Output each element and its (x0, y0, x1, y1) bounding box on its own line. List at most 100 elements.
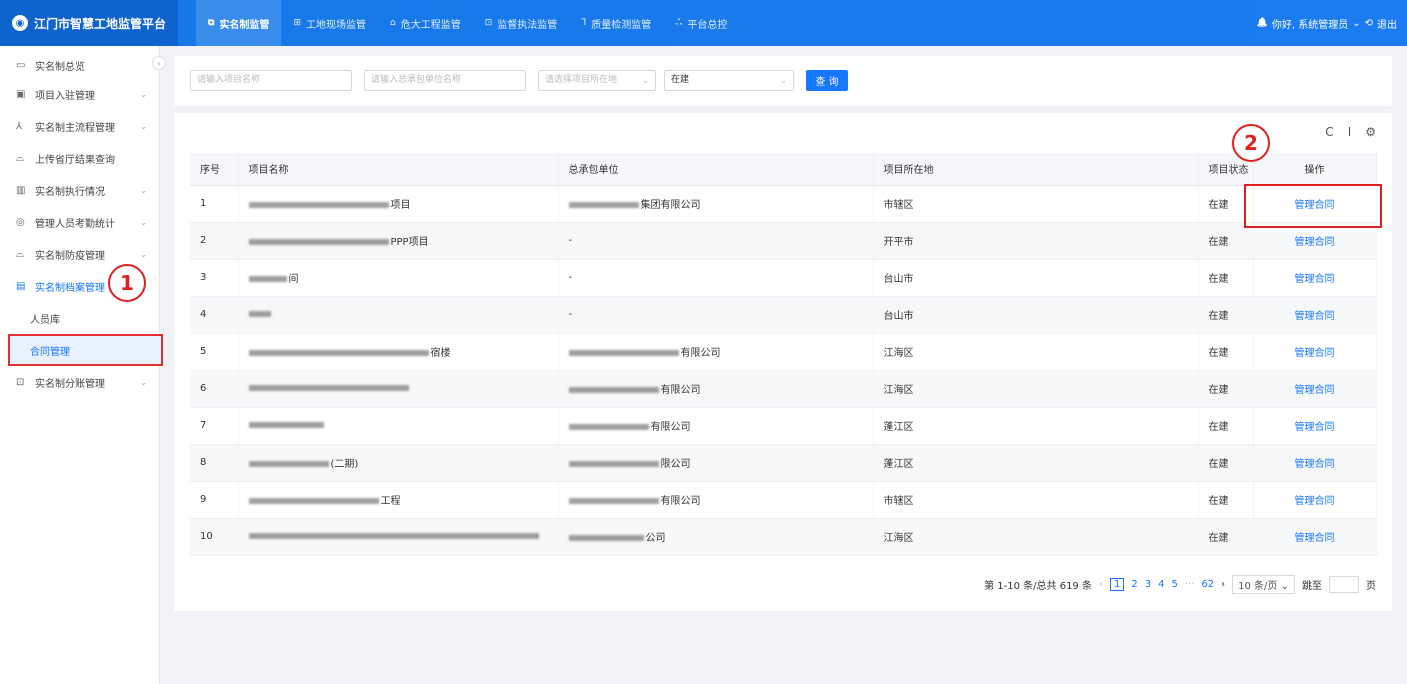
prev-page-icon[interactable]: ‹ (1099, 579, 1103, 590)
redacted-block (568, 202, 639, 208)
refresh-icon[interactable]: C (1325, 125, 1333, 139)
location-select[interactable]: 请选择项目所在地 ⌄ (538, 70, 656, 91)
manage-contract-link[interactable]: 管理合同 (1295, 496, 1335, 507)
cell-operation: 管理合同 (1253, 518, 1377, 556)
cell-text: 限公司 (660, 459, 691, 470)
cell-location: 江海区 (873, 518, 1199, 556)
query-button[interactable]: 查 询 (806, 70, 848, 91)
archive-icon: ▤ (16, 280, 26, 292)
cell-no: 7 (190, 407, 239, 445)
nav-danger[interactable]: ⌂ 危大工程监管 (378, 0, 473, 46)
page-last[interactable]: 62 (1201, 579, 1214, 590)
cell-status: 在建 (1198, 370, 1254, 408)
contractor-input[interactable]: 请输入总承包单位名称 (364, 70, 526, 91)
user-greeting[interactable]: 你好, 系统管理员 (1272, 16, 1348, 31)
manage-contract-link[interactable]: 管理合同 (1295, 533, 1335, 544)
page-4[interactable]: 4 (1158, 579, 1164, 590)
cell-project-name: 宿楼 (238, 333, 559, 371)
col-location: 项目所在地 (873, 153, 1199, 186)
cell-status: 在建 (1198, 296, 1254, 334)
cell-no: 3 (190, 259, 239, 297)
nav-enforce[interactable]: ⊡ 监督执法监管 (473, 0, 570, 46)
next-page-icon[interactable]: › (1221, 579, 1225, 590)
top-bar: ◉ 江门市智慧工地监管平台 ⧉ 实名制监管 ⊞ 工地现场监管 ⌂ 危大工程监管 ⊡ 监督… (0, 0, 1407, 46)
page-1[interactable]: 1 (1109, 578, 1125, 591)
cell-project-name: (二期) (238, 444, 559, 482)
nav-realname[interactable]: ⧉ 实名制监管 (196, 0, 282, 46)
chevron-down-icon[interactable]: ⌄ (1352, 18, 1360, 29)
sidebar-item-attendance[interactable]: ◎ 管理人员考勤统计 ⌄ (0, 206, 159, 238)
status-select[interactable]: 在建 ⌄ (664, 70, 794, 91)
sidebar-item-split-account[interactable]: ⊡ 实名制分账管理 ⌄ (0, 366, 159, 398)
sidebar-item-label: 实名制档案管理 (35, 282, 105, 294)
cell-location: 江海区 (873, 333, 1199, 371)
manage-contract-link[interactable]: 管理合同 (1295, 459, 1335, 470)
page-2[interactable]: 2 (1131, 579, 1137, 590)
nav-quality[interactable]: ⅂ 质量检测监管 (569, 0, 663, 46)
cell-operation: 管理合同 (1253, 296, 1377, 334)
project-table: 序号 项目名称 总承包单位 项目所在地 项目状态 操作 1 项目 集团有限公司 … (190, 153, 1377, 556)
table-header-row: 序号 项目名称 总承包单位 项目所在地 项目状态 操作 (190, 153, 1377, 186)
chevron-down-icon: ⌄ (780, 76, 787, 85)
settings-icon[interactable]: ⚙ (1365, 125, 1376, 139)
sidebar-item-overview[interactable]: ▭ 实名制总览 (0, 52, 159, 78)
sidebar-item-label: 实名制分账管理 (35, 378, 105, 390)
sidebar-item-project-entry[interactable]: ▣ 项目入驻管理 ⌄ (0, 78, 159, 110)
cell-contractor: 公司 (558, 518, 874, 556)
sidebar-item-main-flow[interactable]: ⅄ 实名制主流程管理 ⌄ (0, 110, 159, 142)
manage-contract-link[interactable]: 管理合同 (1295, 385, 1335, 396)
logout-icon[interactable]: ⟲ (1365, 18, 1373, 29)
sidebar-collapse-button[interactable]: ‹ (152, 56, 166, 70)
cell-operation: 管理合同 (1253, 407, 1377, 445)
cell-location: 台山市 (873, 259, 1199, 297)
quality-icon: ⅂ (581, 18, 587, 28)
redacted-block (248, 385, 409, 391)
enforce-icon: ⊡ (484, 18, 493, 28)
cell-location: 蓬江区 (873, 444, 1199, 482)
sidebar-item-label: 实名制执行情况 (35, 186, 105, 198)
redacted-block (248, 533, 539, 539)
nav-control[interactable]: ஃ 平台总控 (663, 0, 739, 46)
page-ellipsis[interactable]: ··· (1185, 579, 1195, 590)
page-3[interactable]: 3 (1145, 579, 1151, 590)
cell-text: 有限公司 (680, 348, 721, 359)
cell-contractor: 限公司 (558, 444, 874, 482)
table-row: 3 间 - 台山市 在建 管理合同 (190, 259, 1377, 297)
cell-location: 台山市 (873, 296, 1199, 334)
cell-contractor: 有限公司 (558, 333, 874, 371)
redacted-block (248, 422, 324, 428)
jump-page-input[interactable] (1329, 576, 1359, 593)
chevron-down-icon: ⌄ (140, 121, 147, 131)
manage-contract-link[interactable]: 管理合同 (1295, 237, 1335, 248)
sidebar-item-personnel-lib[interactable]: 人员库 (0, 302, 159, 334)
cell-location: 开平市 (873, 222, 1199, 260)
redacted-block (248, 350, 429, 356)
table-panel: C I ⚙ 序号 项目名称 总承包单位 项目所在地 项目状态 操作 1 项目 集… (174, 113, 1392, 611)
cell-project-name (238, 296, 559, 334)
manage-contract-link[interactable]: 管理合同 (1295, 274, 1335, 285)
location-placeholder: 请选择项目所在地 (545, 75, 618, 85)
nav-site[interactable]: ⊞ 工地现场监管 (281, 0, 378, 46)
page-size-select[interactable]: 10 条/页 ⌄ (1232, 575, 1295, 594)
manage-contract-link[interactable]: 管理合同 (1295, 348, 1335, 359)
redacted-block (568, 461, 659, 467)
table-row: 9 工程 有限公司 市辖区 在建 管理合同 (190, 481, 1377, 519)
density-icon[interactable]: I (1348, 125, 1352, 139)
sidebar-item-contract-mgmt[interactable]: 合同管理 (8, 334, 163, 366)
page-5[interactable]: 5 (1171, 579, 1177, 590)
app-logo-area[interactable]: ◉ 江门市智慧工地监管平台 (0, 0, 178, 46)
manage-contract-link[interactable]: 管理合同 (1295, 422, 1335, 433)
cell-status: 在建 (1198, 333, 1254, 371)
logo-icon: ◉ (12, 15, 28, 31)
sidebar-item-execution[interactable]: ▥ 实名制执行情况 ⌄ (0, 174, 159, 206)
cell-text: 有限公司 (650, 422, 691, 433)
logout-link[interactable]: 退出 (1377, 16, 1397, 31)
manage-contract-link[interactable]: 管理合同 (1295, 311, 1335, 322)
sidebar-item-upload-query[interactable]: ⌓ 上传省厅结果查询 (0, 142, 159, 174)
cell-operation: 管理合同 (1253, 259, 1377, 297)
redacted-block (248, 311, 271, 317)
cell-text: (二期) (330, 459, 359, 470)
cell-no: 2 (190, 222, 239, 260)
bell-icon[interactable]: 🔔 (1257, 18, 1268, 28)
project-name-input[interactable]: 请输入项目名称 (190, 70, 352, 91)
